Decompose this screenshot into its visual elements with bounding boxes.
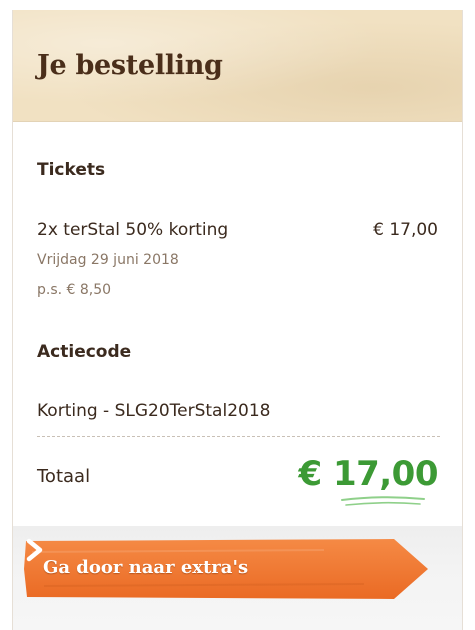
total-value: € 17,00 [298,454,438,494]
ticket-item-price: € 17,00 [373,220,438,240]
chevron-right-icon [26,538,43,562]
order-summary-card: Je bestelling Tickets 2x terStal 50% kor… [12,10,463,630]
page-title: Je bestelling [37,50,223,81]
promo-section-title: Actiecode [37,342,132,362]
ticket-item-name: 2x terStal 50% korting [37,220,229,240]
cta-label: Ga door naar extra's [43,557,249,578]
continue-to-extras-button[interactable]: Ga door naar extra's [24,538,430,600]
tickets-section-title: Tickets [37,160,106,180]
promo-code-text: Korting - SLG20TerStal2018 [37,401,271,421]
divider [37,436,440,437]
total-label: Totaal [37,466,91,487]
order-header: Je bestelling [13,10,462,122]
total-underline-decoration [341,496,425,506]
ticket-item-unit-price: p.s. € 8,50 [37,282,112,298]
ticket-item-date: Vrijdag 29 juni 2018 [37,252,179,268]
